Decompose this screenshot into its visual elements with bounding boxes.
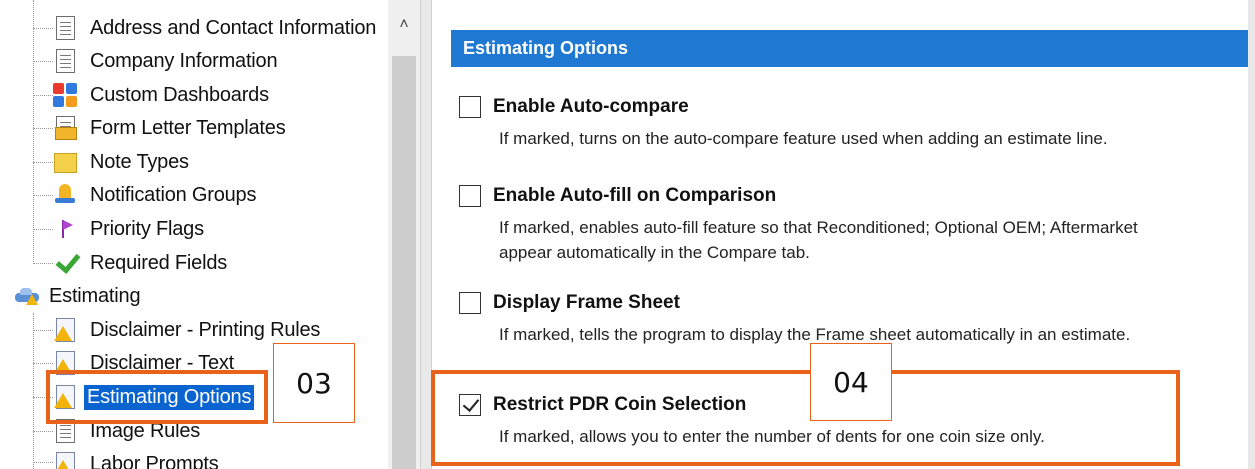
option-description-line: If marked, enables auto-fill feature so … [499, 218, 1138, 237]
display-frame-sheet-checkbox[interactable] [459, 292, 481, 314]
tree-branch [33, 229, 53, 230]
tree-item-note-types[interactable]: Note Types [52, 147, 192, 177]
scrollbar-thumb[interactable] [392, 56, 416, 469]
tree-branch [33, 462, 53, 463]
tree-item-required-fields[interactable]: Required Fields [52, 248, 230, 278]
tree-item-label: Disclaimer - Printing Rules [90, 318, 321, 341]
tree-branch [33, 128, 53, 129]
estimating-car-icon [14, 283, 40, 309]
notification-bell-icon [52, 182, 78, 208]
checkmark-icon [52, 248, 81, 276]
tree-item-priority-flags[interactable]: Priority Flags [52, 214, 207, 244]
option-title: Enable Auto-compare [493, 96, 689, 117]
tree-group-estimating[interactable]: Estimating [14, 281, 143, 311]
tree-item-label: Custom Dashboards [90, 83, 269, 106]
tree-branch [33, 28, 53, 29]
warning-document-icon [52, 317, 78, 343]
tree-branch [33, 363, 53, 364]
tree-guide-line [33, 0, 34, 264]
tree-branch [33, 330, 53, 331]
tree-branch [33, 61, 53, 62]
tree-group-label: Estimating [49, 284, 141, 307]
tree-item-label: Note Types [90, 150, 189, 173]
highlight-box-estimating-options [46, 370, 268, 424]
document-list-icon [52, 48, 78, 74]
scroll-up-icon[interactable]: ˄ [388, 10, 420, 40]
tree-item-address-contact[interactable]: Address and Contact Information [52, 13, 379, 43]
tree-item-company-info[interactable]: Company Information [52, 46, 280, 76]
section-header: Estimating Options [451, 30, 1255, 67]
tree-branch [33, 195, 53, 196]
option-display-frame-sheet: Display Frame Sheet If marked, tells the… [459, 292, 1130, 347]
flag-icon [52, 216, 78, 242]
option-title: Enable Auto-fill on Comparison [493, 185, 777, 206]
tree-scrollbar[interactable]: ˄ [388, 0, 420, 469]
tree-item-form-letter-templates[interactable]: Form Letter Templates [52, 113, 289, 143]
tree-item-custom-dashboards[interactable]: Custom Dashboards [52, 80, 272, 110]
document-list-icon [52, 15, 78, 41]
enable-auto-fill-checkbox[interactable] [459, 185, 481, 207]
tree-item-label: Form Letter Templates [90, 116, 286, 139]
options-scrollbar[interactable] [1248, 0, 1255, 469]
option-description-line: If marked, turns on the auto-compare fea… [499, 129, 1108, 148]
tree-item-notification-groups[interactable]: Notification Groups [52, 180, 259, 210]
option-title: Display Frame Sheet [493, 292, 680, 313]
option-description-line: appear automatically in the Compare tab. [499, 243, 810, 262]
warning-document-icon [52, 451, 78, 469]
callout-label-left: 03 [273, 343, 355, 423]
tree-branch [33, 162, 53, 163]
enable-auto-compare-checkbox[interactable] [459, 96, 481, 118]
option-enable-auto-compare: Enable Auto-compare If marked, turns on … [459, 96, 1108, 151]
callout-label-right: 04 [810, 343, 892, 421]
tree-item-label: Required Fields [90, 251, 228, 274]
sticky-note-icon [52, 149, 78, 175]
tree-item-label: Company Information [90, 49, 278, 72]
tree-item-label: Address and Contact Information [90, 16, 377, 39]
option-description: If marked, enables auto-fill feature so … [499, 215, 1138, 265]
tree-item-label: Labor Prompts [90, 452, 219, 469]
tree-item-labor-prompts[interactable]: Labor Prompts [52, 449, 222, 469]
tree-item-label: Notification Groups [90, 183, 257, 206]
tree-item-disclaimer-printing-rules[interactable]: Disclaimer - Printing Rules [52, 315, 323, 345]
option-enable-auto-fill: Enable Auto-fill on Comparison If marked… [459, 185, 1138, 265]
tree-branch [33, 431, 53, 432]
tree-branch [33, 263, 53, 264]
tree-branch [33, 95, 53, 96]
highlight-box-restrict-pdr [431, 370, 1180, 466]
form-letter-icon [52, 115, 78, 141]
tree-guide-line [33, 313, 34, 469]
dashboard-tiles-icon [52, 82, 78, 108]
option-description: If marked, turns on the auto-compare fea… [499, 126, 1108, 151]
tree-item-label: Priority Flags [90, 217, 204, 240]
